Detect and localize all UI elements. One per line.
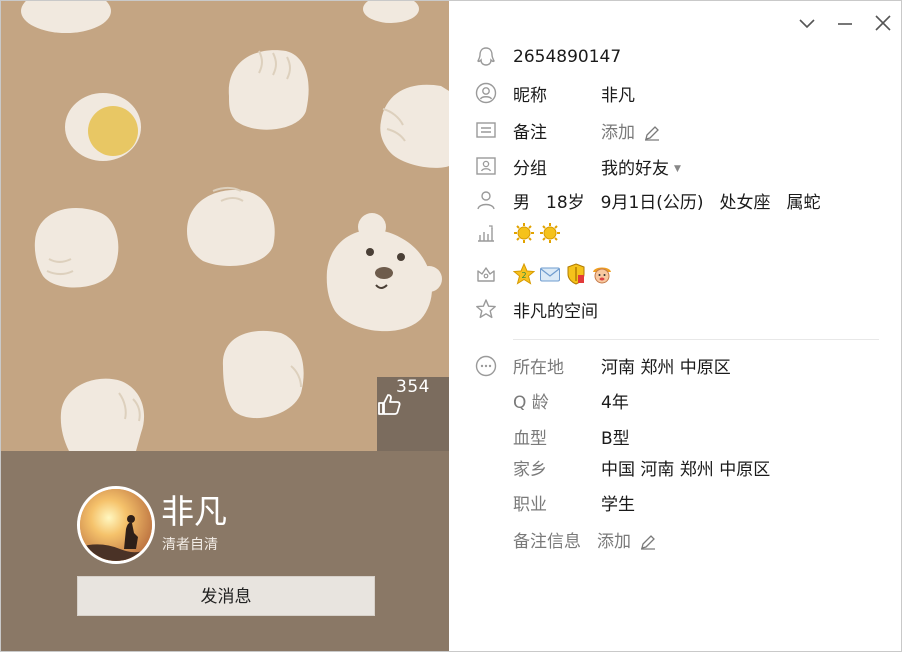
left-panel: 354 非凡 清者自清 发消息 — [1, 1, 449, 651]
caret-down-icon: ▼ — [674, 163, 681, 174]
user-circle-icon — [475, 82, 497, 104]
profile-signature: 清者自清 — [162, 537, 218, 553]
chevron-down-icon[interactable] — [797, 13, 817, 33]
level-chart-icon — [478, 225, 494, 242]
qzone-link[interactable]: 非凡的空间 — [513, 297, 598, 322]
edit-icon — [645, 125, 660, 141]
chinese-zodiac: 属蛇 — [786, 192, 821, 213]
star-icon — [476, 299, 496, 319]
birthday: 9月1日(公历) — [600, 192, 704, 213]
more-icon[interactable] — [475, 355, 497, 377]
shield-badge-icon — [567, 263, 585, 285]
sun-icon — [540, 223, 560, 243]
like-button[interactable]: 354 — [377, 377, 449, 451]
remark-info-add-link[interactable]: 添加 — [597, 527, 656, 552]
profile-info-area — [1, 451, 449, 651]
remark-add-link[interactable]: 添加 — [601, 118, 660, 143]
profile-window: 354 非凡 清者自清 发消息 2654890147 昵称 非凡 备注 添加 分… — [0, 0, 902, 652]
thumbs-up-icon — [378, 394, 401, 415]
penguin-icon — [477, 47, 495, 66]
svg-text:2: 2 — [521, 271, 526, 280]
minimize-icon[interactable] — [835, 13, 855, 33]
job-label: 职业 — [513, 494, 547, 515]
card-icon — [476, 122, 496, 138]
location-value: 河南 郑州 中原区 — [601, 357, 731, 378]
remark-label: 备注 — [513, 122, 547, 143]
face-badge-icon — [593, 267, 611, 284]
group-icon — [476, 157, 496, 175]
group-label: 分组 — [513, 158, 547, 179]
window-controls — [797, 13, 893, 33]
sun-icon — [514, 223, 534, 243]
hometown-label: 家乡 — [513, 459, 547, 480]
zodiac: 处女座 — [719, 192, 771, 213]
qage-label: Q 龄 — [513, 392, 549, 413]
location-label: 所在地 — [513, 357, 564, 378]
crown-icon — [477, 267, 495, 282]
nickname-value: 非凡 — [601, 85, 635, 106]
profile-name: 非凡 — [161, 492, 227, 531]
job-value: 学生 — [601, 494, 635, 515]
nickname-label: 昵称 — [513, 85, 547, 106]
remark-info-label: 备注信息 — [513, 531, 581, 552]
edit-icon — [641, 534, 656, 550]
avatar[interactable] — [77, 486, 155, 564]
send-message-button[interactable]: 发消息 — [77, 576, 375, 616]
hometown-value: 中国 河南 郑州 中原区 — [601, 459, 771, 480]
divider — [513, 339, 879, 340]
cover-image: 354 — [1, 1, 449, 451]
age: 18岁 — [546, 192, 585, 213]
right-panel: 2654890147 昵称 非凡 备注 添加 分组 我的好友 ▼ 男 18岁 9… — [449, 1, 901, 651]
blood-value: B型 — [601, 428, 630, 449]
vip-badges[interactable]: 2 — [513, 263, 617, 285]
qq-number: 2654890147 — [513, 47, 622, 67]
level-badges[interactable] — [513, 222, 565, 244]
group-dropdown[interactable]: 我的好友 ▼ — [601, 154, 681, 179]
close-icon[interactable] — [873, 13, 893, 33]
blood-label: 血型 — [513, 428, 547, 449]
qage-value: 4年 — [601, 392, 629, 413]
gender: 男 — [513, 192, 530, 213]
mail-badge-icon — [540, 267, 560, 282]
star-badge-icon: 2 — [513, 263, 535, 285]
person-icon — [477, 191, 495, 210]
